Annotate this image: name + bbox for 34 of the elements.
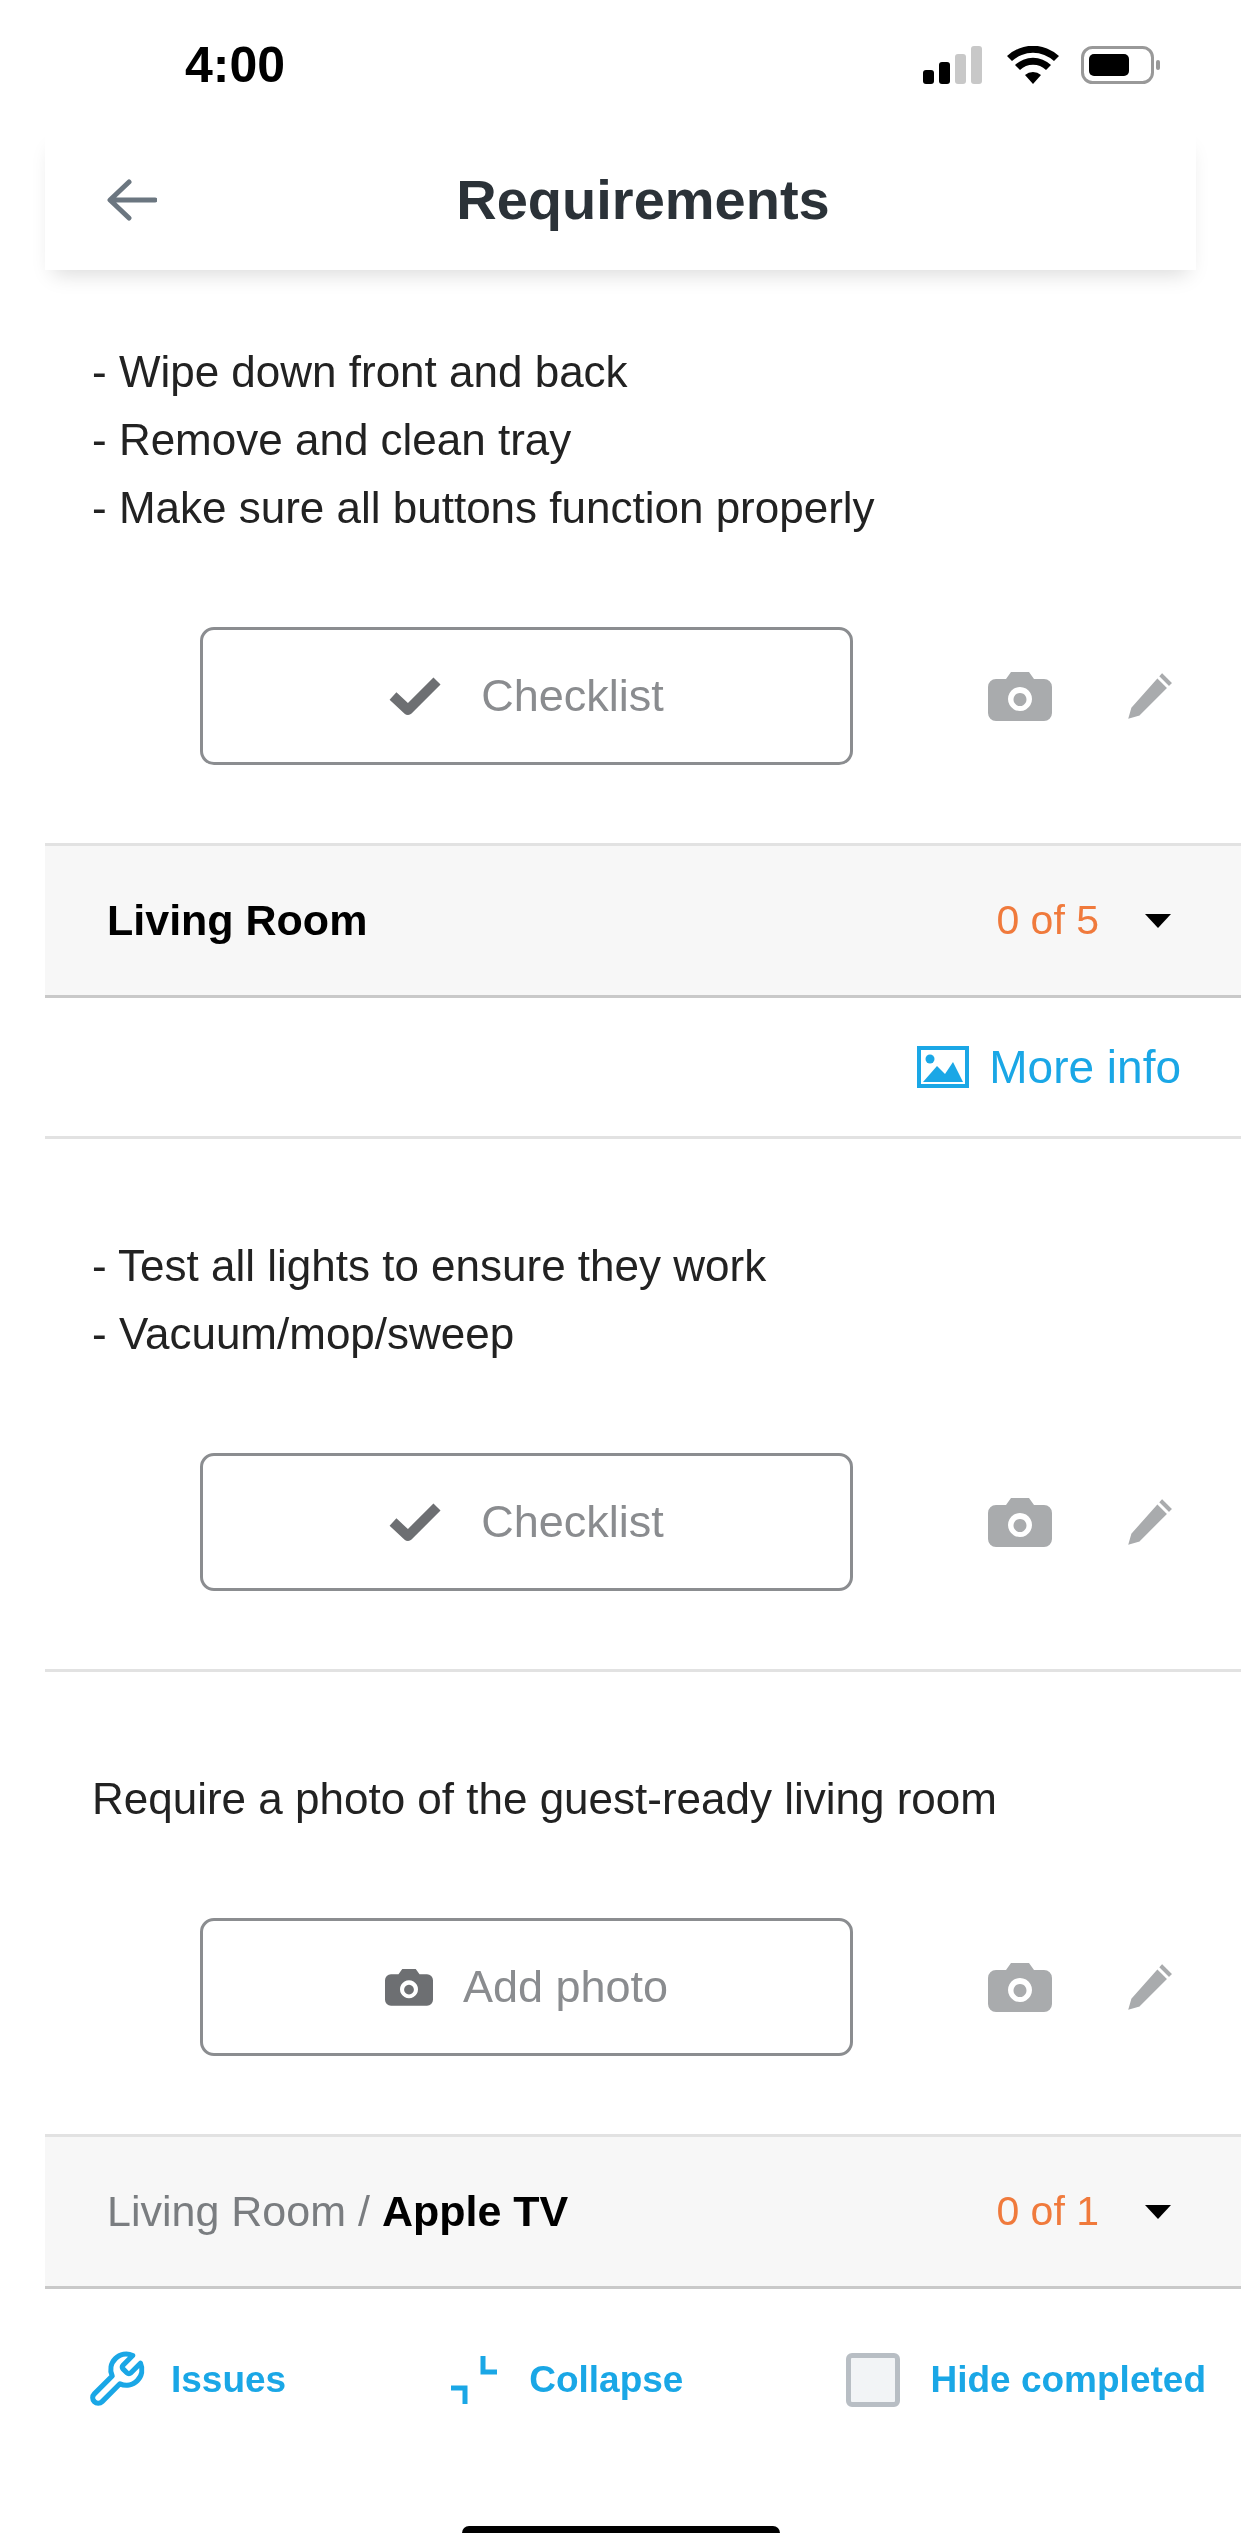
dropdown-caret-icon[interactable] <box>1145 2204 1171 2219</box>
collapse-button[interactable]: Collapse <box>449 2352 684 2408</box>
page-title: Requirements <box>456 167 830 233</box>
task-description-line: - Make sure all buttons function properly <box>92 482 876 534</box>
group-title: Living Room <box>107 895 369 947</box>
issues-button[interactable]: Issues <box>85 2349 287 2411</box>
camera-icon[interactable] <box>988 671 1052 721</box>
camera-icon[interactable] <box>988 1497 1052 1547</box>
checklist-button[interactable]: Checklist <box>200 1453 853 1591</box>
battery-icon <box>1081 46 1161 84</box>
progress-count: 0 of 5 <box>996 895 1099 945</box>
camera-icon <box>384 1968 433 2006</box>
hide-completed-checkbox[interactable]: Hide completed <box>846 2352 1206 2408</box>
task-description-line: - Test all lights to ensure they work <box>92 1240 768 1292</box>
dropdown-caret-icon[interactable] <box>1145 913 1171 928</box>
status-time: 4:00 <box>185 35 286 95</box>
image-icon <box>917 1046 970 1088</box>
collapse-icon <box>449 2354 500 2406</box>
add-photo-button[interactable]: Add photo <box>200 1918 853 2056</box>
camera-icon[interactable] <box>988 1962 1052 2012</box>
task-description-line: - Remove and clean tray <box>92 414 573 466</box>
signal-icon <box>923 46 985 84</box>
group-title: Apple TV <box>381 2186 570 2238</box>
task-description-line: - Vacuum/mop/sweep <box>92 1308 516 1360</box>
task-description-line: Require a photo of the guest-ready living room <box>92 1773 998 1825</box>
checkmark-icon <box>389 676 442 716</box>
task-description-line: - Wipe down front and back <box>92 346 629 398</box>
wifi-icon <box>1007 46 1059 84</box>
progress-count: 0 of 1 <box>996 2186 1099 2236</box>
checkmark-icon <box>389 1502 442 1542</box>
group-breadcrumb: Living Room / <box>107 2186 370 2238</box>
checklist-button[interactable]: Checklist <box>200 627 853 765</box>
more-info-link[interactable]: More info <box>917 1032 1181 1102</box>
back-arrow-icon[interactable] <box>105 178 157 222</box>
